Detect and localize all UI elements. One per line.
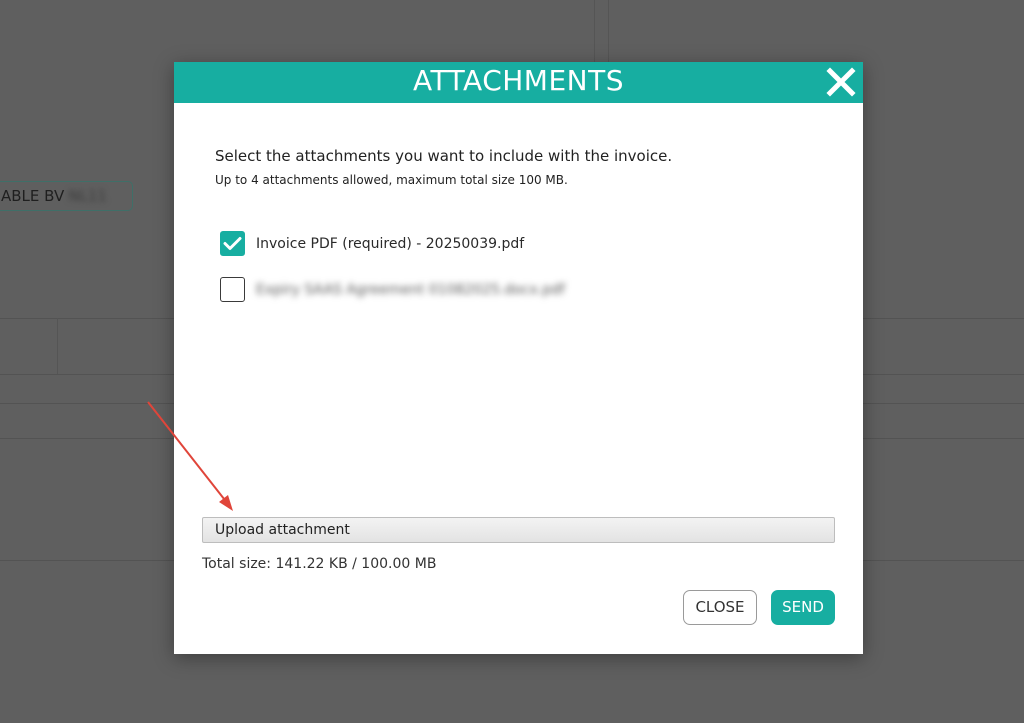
total-size-label: Total size: bbox=[202, 556, 272, 572]
attachment-label: Invoice PDF (required) - 20250039.pdf bbox=[256, 235, 525, 252]
background-divider bbox=[863, 318, 1024, 319]
background-chip-redacted: NL11 bbox=[68, 187, 107, 205]
dialog-title: ATTACHMENTS bbox=[413, 64, 624, 97]
attachment-label-redacted: Expiry SAAS Agreement 01082025.docx.pdf bbox=[256, 281, 565, 298]
background-divider bbox=[608, 0, 609, 62]
upload-attachment-button[interactable]: Upload attachment bbox=[202, 517, 835, 543]
send-button[interactable]: SEND bbox=[771, 590, 835, 625]
attachments-dialog: ATTACHMENTS Select the attachments you w… bbox=[174, 62, 863, 654]
attachment-item[interactable]: Invoice PDF (required) - 20250039.pdf bbox=[220, 231, 524, 256]
check-icon bbox=[223, 237, 242, 250]
background-divider bbox=[0, 318, 174, 319]
background-divider bbox=[57, 318, 58, 374]
background-company-chip: ABLE BV NL11 bbox=[0, 181, 133, 211]
attachment-item[interactable]: Expiry SAAS Agreement 01082025.docx.pdf bbox=[220, 277, 565, 302]
attachment-checkbox-unchecked[interactable] bbox=[220, 277, 245, 302]
background-chip-label: ABLE BV bbox=[1, 187, 65, 205]
dialog-header: ATTACHMENTS bbox=[174, 62, 863, 103]
total-size-readout: Total size: 141.22 KB / 100.00 MB bbox=[202, 556, 436, 572]
total-size-value: 141.22 KB / 100.00 MB bbox=[275, 556, 437, 572]
dialog-limits-note: Up to 4 attachments allowed, maximum tot… bbox=[215, 173, 568, 187]
close-x-icon[interactable] bbox=[825, 66, 857, 98]
attachment-checkbox-checked[interactable] bbox=[220, 231, 245, 256]
background-divider bbox=[594, 0, 595, 62]
close-button[interactable]: CLOSE bbox=[683, 590, 757, 625]
dialog-instructions: Select the attachments you want to inclu… bbox=[215, 147, 673, 165]
